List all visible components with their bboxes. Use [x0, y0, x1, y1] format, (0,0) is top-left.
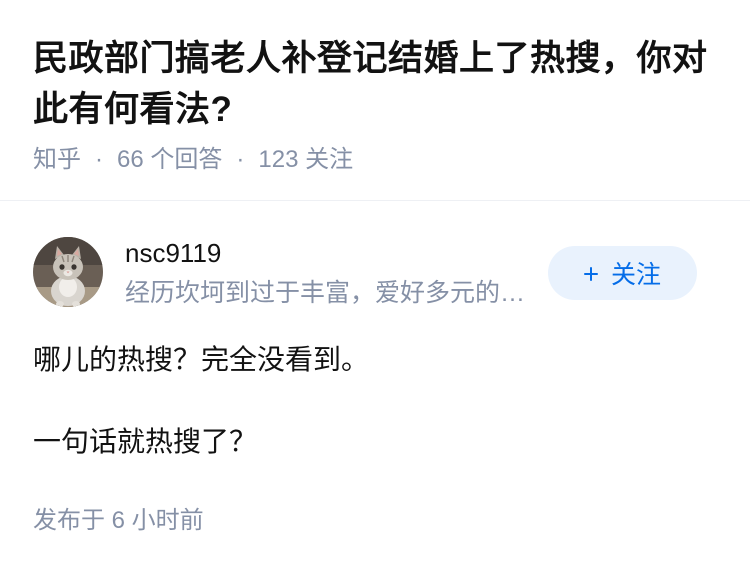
question-title[interactable]: 民政部门搞老人补登记结婚上了热搜，你对此有何看法?: [33, 33, 717, 135]
answer-paragraph: 哪儿的热搜？完全没看到。: [33, 344, 370, 375]
question-meta: 知乎 · 66 个回答 · 123 关注: [33, 145, 353, 175]
source-label[interactable]: 知乎: [33, 146, 81, 173]
answer-content: 哪儿的热搜？完全没看到。 一句话就热搜了？: [33, 339, 717, 503]
meta-separator: ·: [236, 146, 245, 173]
answer-count[interactable]: 66 个回答: [117, 146, 222, 173]
answer-paragraph: 一句话就热搜了？: [33, 426, 258, 457]
meta-separator: ·: [95, 146, 103, 173]
plus-icon: [583, 266, 598, 281]
follower-count[interactable]: 123 关注: [258, 146, 353, 173]
cat-avatar-icon: [33, 237, 103, 307]
published-time: 发布于 6 小时前: [33, 507, 204, 534]
avatar[interactable]: [33, 237, 103, 307]
follow-button[interactable]: 关注: [548, 246, 697, 300]
section-divider: [0, 200, 750, 201]
follow-button-label: 关注: [610, 261, 661, 289]
author-name[interactable]: nsc9119: [125, 236, 221, 270]
author-bio: 经历坎坷到过于丰富，爱好多元的…: [125, 279, 526, 307]
